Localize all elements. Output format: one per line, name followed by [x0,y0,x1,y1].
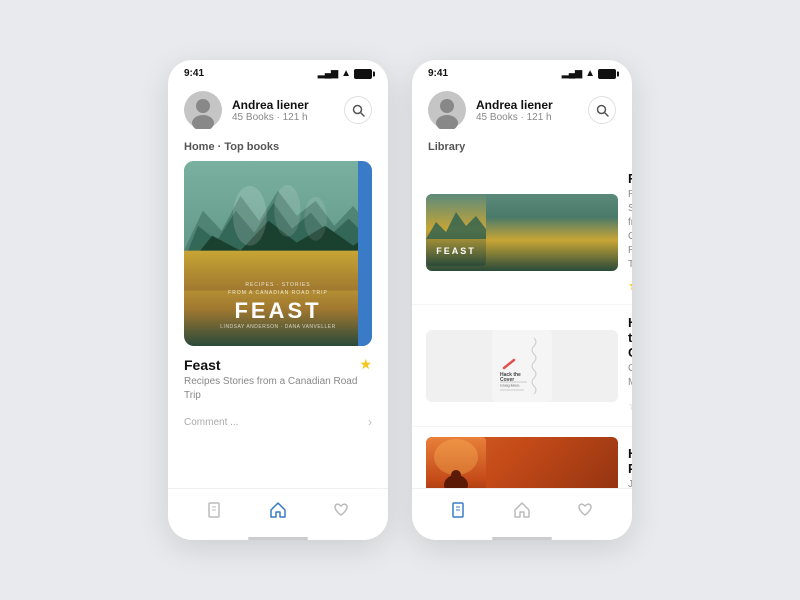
search-button-right[interactable] [588,96,616,124]
home-indicator-right [492,537,552,540]
profile-stats: 45 Books · 121 h [232,112,309,123]
bottom-nav-right [412,488,632,535]
hack-star[interactable]: ☆ [628,398,632,414]
profile-name-right: Andrea liener [476,98,553,112]
book-description: Recipes Stories from a Canadian Road Tri… [184,375,372,403]
search-button[interactable] [344,96,372,124]
battery-icon [354,69,372,79]
profile-name: Andrea liener [232,98,309,112]
home-icon-right [513,501,531,519]
nav-home[interactable] [259,497,297,523]
status-time: 9:41 [184,68,204,79]
status-bar-right: 9:41 ▂▄▆ ▲ [412,60,632,83]
hack-thumb-svg: Hack the Cover Craig Mod [492,330,552,402]
profile-left: Andrea liener 45 Books · 121 h [184,91,309,129]
search-icon [352,104,365,117]
nav-book-right[interactable] [440,497,478,523]
book-info-row: Feast ★ [184,356,372,373]
nav-heart[interactable] [322,497,360,523]
feast-thumbnail: FEAST [426,194,618,271]
search-icon-right [596,104,609,117]
feast-cover-text: RECIPES · STORIES FROM A CANADIAN ROAD T… [184,161,372,346]
blue-ribbon [358,161,372,346]
wifi-icon: ▲ [341,68,351,79]
harry-list-author: J.K Rowling [628,478,632,489]
book-info-section: Feast ★ Recipes Stories from a Canadian … [168,346,388,407]
profile-stats-right: 45 Books · 121 h [476,112,553,123]
feast-cover-title: FEAST [234,298,321,324]
nav-heart-right[interactable] [566,497,604,523]
feast-cover-author: LINDSAY ANDERSON · DANA VANVELLER [220,324,335,330]
book-icon [206,501,224,519]
status-bar: 9:41 ▂▄▆ ▲ [168,60,388,83]
svg-text:Craig Mod: Craig Mod [500,382,518,387]
nav-home-right[interactable] [503,497,541,523]
hack-list-title: Hack the Cover [628,315,632,360]
feast-star[interactable]: ★ [628,278,632,294]
feast-list-subtitle: Recipes Stories from a Canadian Road Tri… [628,188,632,272]
harry-list-info: Harry Potter J.K Rowling [628,446,632,489]
library-title: Library [412,137,632,161]
feast-list-meta: ★ 2 hr [628,278,632,294]
profile-left-right: Andrea liener 45 Books · 121 h [428,91,553,129]
chevron-right-icon: › [368,415,372,429]
comment-row[interactable]: Comment ... › [168,407,388,437]
library-screen: 9:41 ▂▄▆ ▲ Andrea liener 45 Bo [412,60,632,540]
signal-icon-right: ▂▄▆ [562,68,582,79]
star-rating[interactable]: ★ [359,356,372,373]
avatar-svg-right [428,91,466,129]
feast-cover-subtitle: RECIPES · STORIES [245,282,310,288]
library-list: FEAST Feast Recipes Stories from a Canad… [412,161,632,488]
bottom-nav [168,488,388,535]
feast-cover-bg: RECIPES · STORIES FROM A CANADIAN ROAD T… [184,161,372,346]
list-item[interactable]: Harry Potter J.K Rowling [412,427,632,488]
wifi-icon-right: ▲ [585,68,595,79]
hack-list-subtitle: Graig Mod [628,362,632,390]
profile-info: Andrea liener 45 Books · 121 h [232,98,309,123]
home-indicator [248,537,308,540]
harry-thumbnail [426,437,618,488]
hack-list-meta: ☆ 3 hr [628,396,632,416]
battery-icon-right [598,69,616,79]
nav-book[interactable] [196,497,234,523]
profile-section-right: Andrea liener 45 Books · 121 h [412,83,632,137]
harry-thumb-svg [426,437,486,488]
feast-thumb-svg: FEAST [426,194,486,266]
section-title: Home · Top books [168,137,388,161]
hack-thumbnail: Hack the Cover Craig Mod [426,330,618,402]
featured-book-cover[interactable]: RECIPES · STORIES FROM A CANADIAN ROAD T… [184,161,372,346]
feast-list-title: Feast [628,171,632,186]
signal-icon: ▂▄▆ [318,68,338,79]
hack-list-info: Hack the Cover Graig Mod ☆ 3 hr [628,315,632,416]
avatar [184,91,222,129]
book-icon-right [450,501,468,519]
avatar-right [428,91,466,129]
home-screen: 9:41 ▂▄▆ ▲ Andrea liener 45 Bo [168,60,388,540]
heart-icon [332,501,350,519]
home-icon [269,501,287,519]
list-item[interactable]: FEAST Feast Recipes Stories from a Canad… [412,161,632,305]
book-title: Feast [184,357,221,373]
avatar-svg [184,91,222,129]
heart-icon-right [576,501,594,519]
status-icons-right: ▂▄▆ ▲ [562,68,616,79]
status-time-right: 9:41 [428,68,448,79]
comment-placeholder: Comment ... [184,417,238,428]
svg-text:FEAST: FEAST [436,246,476,256]
feast-cover-subtitle2: FROM A CANADIAN ROAD TRIP [228,290,328,296]
feast-list-info: Feast Recipes Stories from a Canadian Ro… [628,171,632,294]
status-icons: ▂▄▆ ▲ [318,68,372,79]
list-item[interactable]: Hack the Cover Craig Mod Hack the Cover … [412,305,632,427]
profile-info-right: Andrea liener 45 Books · 121 h [476,98,553,123]
profile-section: Andrea liener 45 Books · 121 h [168,83,388,137]
harry-list-title: Harry Potter [628,446,632,476]
